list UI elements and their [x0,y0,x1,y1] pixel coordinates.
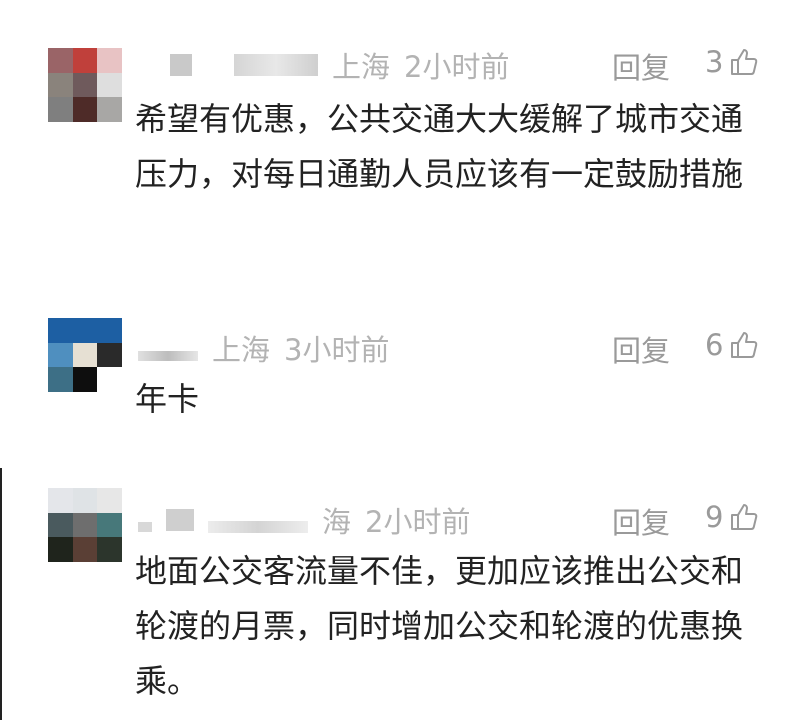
blurred-username [166,509,194,531]
avatar-pixel [48,48,73,73]
blurred-username [138,351,198,361]
location-label: 上海 [212,333,271,367]
avatar-pixel [72,72,98,98]
reply-button[interactable]: 回复 [612,328,670,370]
avatar-pixel [48,72,73,98]
blurred-username [234,54,318,76]
avatar-pixel [97,48,122,73]
avatar-pixel [97,512,122,538]
comment-meta: 海 2小时前 [138,500,484,540]
timestamp: 2小时前 [404,50,510,84]
comment-meta: 上海 2小时前 [170,45,523,85]
avatar-pixel [48,512,73,538]
avatar-pixel [97,72,122,98]
avatar-pixel [72,48,98,73]
avatar-pixel [97,342,122,368]
blurred-username [138,522,152,532]
reply-button[interactable]: 回复 [612,45,670,87]
avatar-pixel [48,537,73,562]
avatar-pixel [97,318,122,343]
location-label: 上海 [332,50,391,84]
avatar-pixel [72,318,98,343]
comment-text: 地面公交客流量不佳，更加应该推出公交和轮渡的月票，同时增加公交和轮渡的优惠换乘。 [135,552,744,700]
avatar-pixel [48,97,73,122]
avatar-pixel [97,367,122,392]
like-button[interactable]: 6 [705,328,759,362]
left-edge-divider [0,468,2,720]
comment-text: 希望有优惠，公共交通大大缓解了城市交通压力，对每日通勤人员应该有一定鼓励措施 [135,100,744,193]
user-avatar[interactable] [48,318,122,392]
avatar-pixel [72,488,98,513]
avatar-pixel [72,537,98,562]
reply-button[interactable]: 回复 [612,500,670,542]
avatar-pixel [97,537,122,562]
avatar-pixel [97,488,122,513]
avatar-pixel [48,488,73,513]
like-count: 3 [705,45,724,79]
timestamp: 3小时前 [284,333,390,367]
thumbs-up-icon [731,49,758,75]
avatar-pixel [48,342,73,368]
avatar-pixel [72,97,98,122]
user-avatar[interactable] [48,488,122,562]
timestamp: 2小时前 [365,505,471,539]
user-avatar[interactable] [48,48,122,122]
avatar-pixel [72,367,98,392]
avatar-pixel [97,97,122,122]
thumbs-up-icon [731,504,758,530]
like-button[interactable]: 3 [705,45,759,79]
like-button[interactable]: 9 [705,500,759,534]
location-label: 海 [322,505,352,539]
comment-text: 年卡 [135,380,200,418]
avatar-pixel [48,367,73,392]
blurred-username [208,521,308,533]
blurred-username [170,54,192,76]
thumbs-up-icon [731,332,758,358]
avatar-pixel [72,512,98,538]
comment-meta: 上海 3小时前 [138,328,403,368]
avatar-pixel [48,318,73,343]
avatar-pixel [72,342,98,368]
like-count: 9 [705,500,724,534]
like-count: 6 [705,328,724,362]
